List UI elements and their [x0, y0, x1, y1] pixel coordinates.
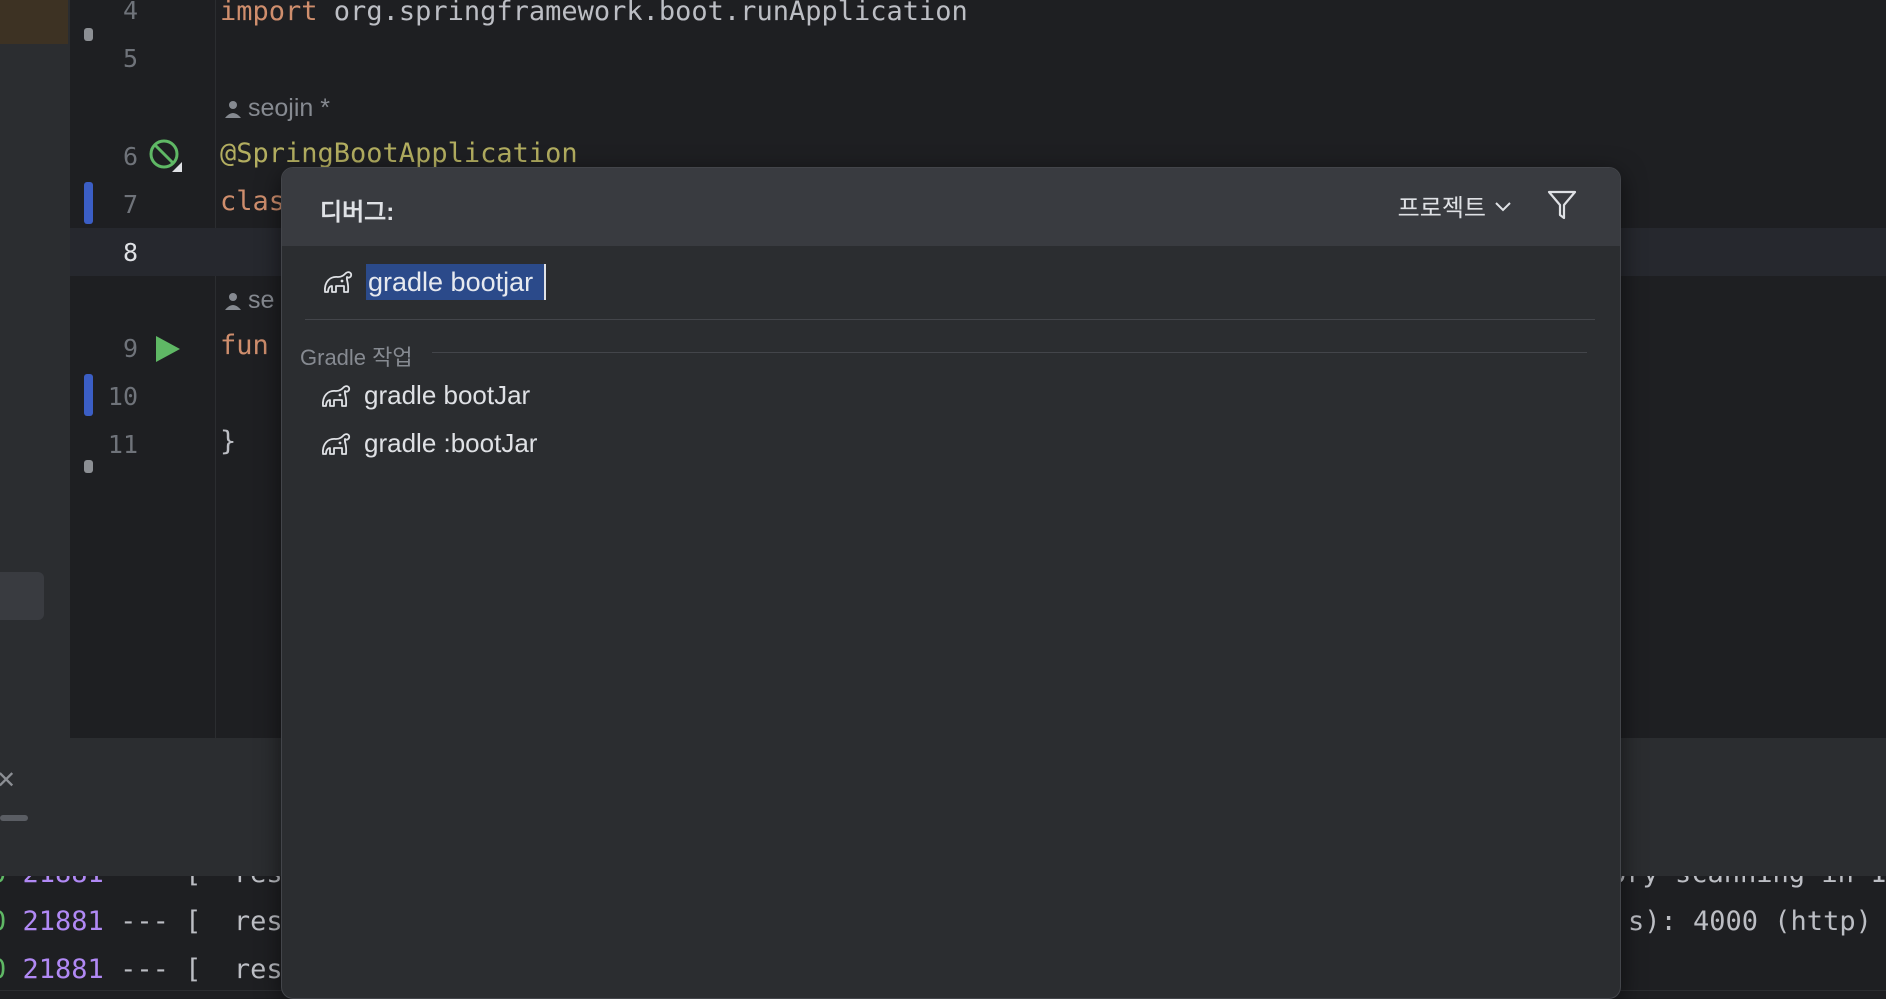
- tab-scrollbar[interactable]: [0, 815, 28, 821]
- line-number: 8: [122, 238, 138, 267]
- scope-dropdown[interactable]: 프로젝트: [1398, 188, 1512, 223]
- filter-icon[interactable]: [1546, 188, 1578, 222]
- author-name: se: [248, 286, 275, 314]
- console-line: 0 21881 --- [ res: [0, 954, 283, 985]
- line-number: 11: [107, 430, 138, 459]
- line-number: 7: [122, 190, 138, 219]
- left-tool-strip: [0, 0, 70, 738]
- code-line-7: clas: [220, 186, 285, 217]
- group-label: Gradle 작업: [300, 345, 413, 370]
- no-entry-icon[interactable]: [148, 138, 184, 174]
- code-text: org.springframework.boot.runApplication: [317, 0, 968, 27]
- author-name: seojin *: [248, 94, 330, 122]
- chevron-down-icon: [1495, 201, 1511, 211]
- line-number: 5: [122, 44, 138, 73]
- result-item[interactable]: gradle bootJar: [320, 380, 530, 411]
- change-marker[interactable]: [84, 374, 93, 416]
- line-number: 6: [122, 142, 138, 171]
- console-line: 0 21881 --- [ res: [0, 876, 283, 889]
- fold-marker[interactable]: [84, 460, 93, 473]
- close-icon[interactable]: ✕: [0, 766, 16, 795]
- fold-marker[interactable]: [84, 28, 93, 41]
- divider: [305, 319, 1595, 320]
- result-label: gradle :bootJar: [364, 428, 538, 458]
- author-hint[interactable]: seojin *: [224, 94, 330, 123]
- keyword: import: [220, 0, 318, 27]
- popup-title: 디버그:: [320, 199, 395, 226]
- person-icon: [225, 292, 241, 310]
- code-line-11: }: [220, 426, 237, 457]
- scope-label: 프로젝트: [1397, 195, 1486, 222]
- search-input[interactable]: [366, 264, 546, 300]
- editor-gutter: [70, 0, 216, 738]
- left-strip-active-item[interactable]: [0, 0, 68, 44]
- person-icon: [225, 100, 241, 118]
- code-line-4: import org.springframework.boot.runAppli…: [220, 0, 968, 27]
- gradle-elephant-icon: [324, 271, 353, 293]
- console-line: 0 21881 --- [ res: [0, 906, 283, 937]
- code-line-9: fun: [220, 330, 269, 361]
- keyword: clas: [220, 186, 286, 217]
- console-line-tail: s): 4000 (http): [1628, 906, 1872, 937]
- keyword: fun: [220, 330, 269, 361]
- gradle-elephant-icon: [322, 384, 351, 407]
- author-hint[interactable]: se: [224, 286, 274, 315]
- line-number: 10: [107, 382, 138, 411]
- code-line-6: @SpringBootApplication: [220, 138, 578, 169]
- change-marker[interactable]: [84, 182, 93, 224]
- left-strip-button[interactable]: [0, 572, 44, 620]
- gradle-elephant-icon: [322, 432, 351, 455]
- result-item[interactable]: gradle :bootJar: [320, 428, 537, 459]
- debug-popup: 디버그: 프로젝트 Gradle 작업 gradle bootJar gradl…: [281, 167, 1621, 999]
- run-gutter-icon[interactable]: [154, 334, 182, 364]
- console-line-tail: ory scanning in 1: [1610, 876, 1886, 889]
- search-row: [322, 264, 546, 300]
- popup-header: 디버그: 프로젝트: [282, 168, 1620, 246]
- line-number: 9: [122, 334, 138, 363]
- line-number: 4: [122, 0, 138, 25]
- divider: [432, 352, 1587, 353]
- result-label: gradle bootJar: [364, 380, 531, 410]
- annotation: @SpringBootApplication: [220, 138, 578, 169]
